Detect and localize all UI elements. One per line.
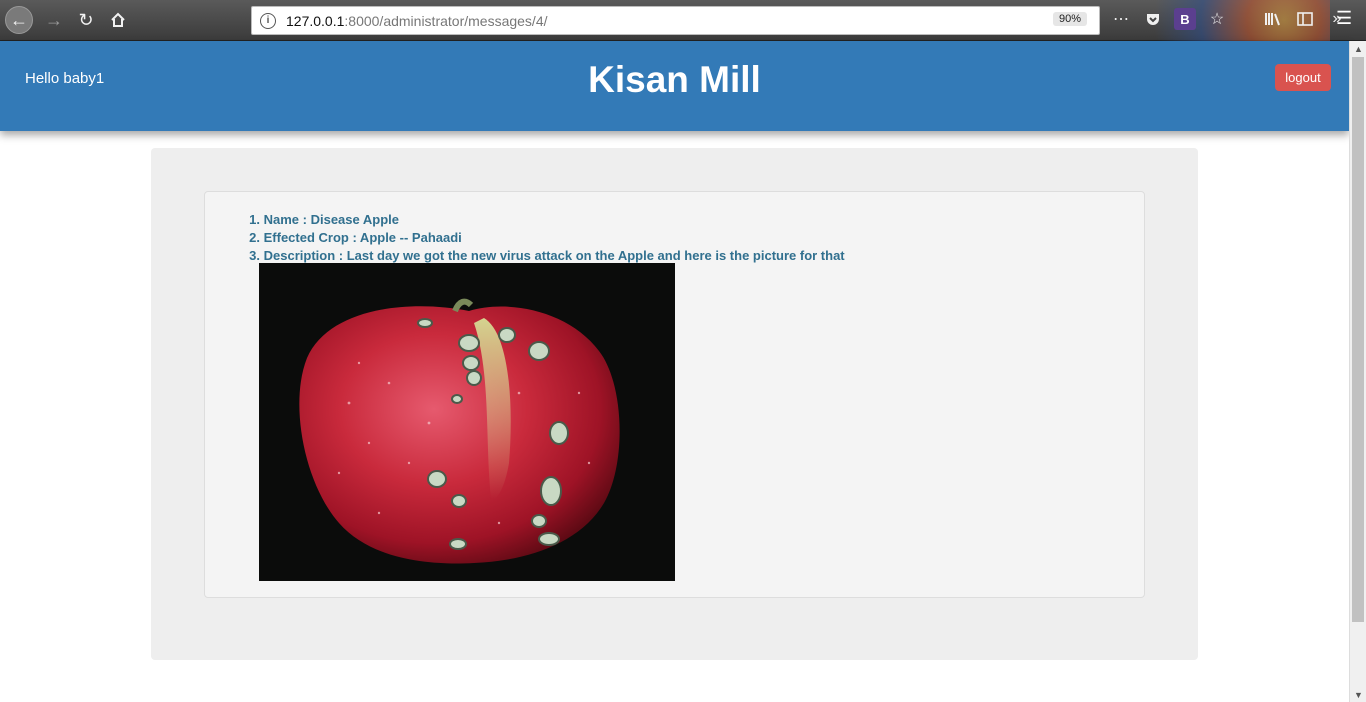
zoom-level-badge[interactable]: 90% bbox=[1052, 12, 1087, 26]
message-name: Name : Disease Apple bbox=[263, 212, 399, 227]
message-crop-item: 2. Effected Crop : Apple -- Pahaadi bbox=[243, 229, 1123, 247]
message-description: Description : Last day we got the new vi… bbox=[263, 248, 845, 263]
message-details-list: 1. Name : Disease Apple 2. Effected Crop… bbox=[243, 211, 1123, 265]
message-name-item: 1. Name : Disease Apple bbox=[243, 211, 1123, 229]
reload-icon[interactable]: ↻ bbox=[72, 6, 100, 34]
url-text: 127.0.0.1:8000/administrator/messages/4/ bbox=[286, 13, 548, 29]
scroll-up-arrow-icon[interactable]: ▲ bbox=[1354, 44, 1363, 54]
bookmark-star-icon[interactable]: ☆ bbox=[1206, 8, 1228, 30]
browser-toolbar: ← → ↻ i 127.0.0.1:8000/administrator/mes… bbox=[0, 0, 1366, 41]
sidebar-icon[interactable] bbox=[1294, 8, 1316, 30]
address-bar[interactable]: i 127.0.0.1:8000/administrator/messages/… bbox=[251, 6, 1100, 35]
back-icon[interactable]: ← bbox=[5, 6, 33, 34]
page-scrollbar[interactable]: ▲ ▼ bbox=[1349, 41, 1366, 702]
more-actions-icon[interactable]: ⋯ bbox=[1110, 8, 1132, 30]
scroll-down-arrow-icon[interactable]: ▼ bbox=[1354, 690, 1363, 700]
bootstrap-extension-icon[interactable]: B bbox=[1174, 8, 1196, 30]
list-number: 2. bbox=[249, 230, 260, 245]
content-panel: 1. Name : Disease Apple 2. Effected Crop… bbox=[151, 148, 1198, 660]
scrollbar-thumb[interactable] bbox=[1352, 57, 1364, 622]
site-info-icon[interactable]: i bbox=[260, 12, 276, 29]
pocket-icon[interactable] bbox=[1142, 8, 1164, 30]
diseased-apple-photo bbox=[259, 263, 675, 581]
list-number: 1. bbox=[249, 212, 260, 227]
message-card: 1. Name : Disease Apple 2. Effected Crop… bbox=[204, 191, 1145, 598]
forward-icon[interactable]: → bbox=[40, 6, 68, 34]
list-number: 3. bbox=[249, 248, 260, 263]
url-path: :8000/administrator/messages/4/ bbox=[344, 12, 548, 29]
site-header: Hello baby1 Kisan Mill logout bbox=[0, 41, 1349, 131]
site-title[interactable]: Kisan Mill bbox=[0, 59, 1349, 101]
hamburger-menu-icon[interactable]: ☰ bbox=[1336, 8, 1352, 29]
home-icon[interactable] bbox=[104, 6, 132, 34]
browser-extension-icons: ⋯ B ☆ » bbox=[1110, 8, 1348, 30]
logout-button[interactable]: logout bbox=[1275, 64, 1331, 91]
library-icon[interactable] bbox=[1262, 8, 1284, 30]
url-host: 127.0.0.1 bbox=[286, 12, 345, 29]
message-crop: Effected Crop : Apple -- Pahaadi bbox=[263, 230, 462, 245]
